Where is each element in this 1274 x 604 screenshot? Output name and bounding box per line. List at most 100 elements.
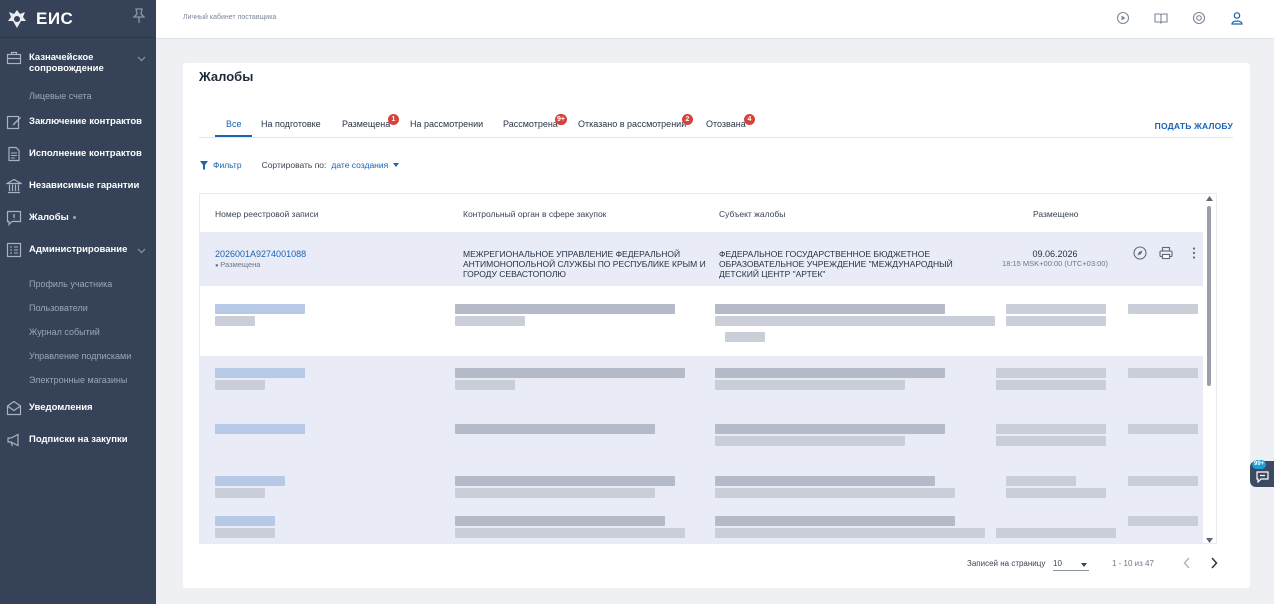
filter-button[interactable]: Фильтр [213,160,242,170]
sidebar-item-purchase-subscriptions[interactable]: Подписки на закупки [0,430,156,462]
sidebar-item-admin[interactable]: Администрирование [0,240,156,272]
book-icon[interactable] [1154,11,1168,25]
sidebar-item-label: Заключение контрактов [29,116,143,127]
play-icon[interactable] [1116,11,1130,25]
brand[interactable]: ЕИС [0,0,156,38]
bank-icon [6,178,22,194]
complaints-table: Номер реестровой записи Контрольный орга… [199,193,1217,544]
briefcase-icon [6,51,22,65]
table-row-redacted [200,512,1204,543]
tab-draft[interactable]: На подготовке [261,119,321,129]
document-icon [8,146,20,162]
sort-label: Сортировать по: [261,160,327,170]
chevron-down-icon [137,56,146,62]
scrollbar-thumb[interactable] [1207,206,1211,386]
app-name: ЕИС [36,8,74,28]
subject-cell: ФЕДЕРАЛЬНОЕ ГОСУДАРСТВЕННОЕ БЮДЖЕТНОЕ ОБ… [719,249,953,279]
status-label: Размещена [215,260,260,271]
tab-label: Отказано в рассмотрении [578,119,687,129]
complaints-card: Жалобы Все На подготовке Размещена 1 На … [183,63,1250,588]
edit-icon [6,115,21,130]
user-icon[interactable] [1230,11,1244,25]
tab-label: Размещена [342,119,391,129]
tab-all[interactable]: Все [226,119,242,129]
filter-bar: Фильтр Сортировать по: дате создания [200,160,400,170]
admin-icon [6,242,22,258]
count-badge: 9+ [555,114,567,125]
tab-under-review[interactable]: На рассмотрении [410,119,483,129]
chat-badge: 99+ [1252,460,1267,469]
page-title: Жалобы [199,69,254,84]
tab-reviewed[interactable]: Рассмотрена 9+ [503,114,567,129]
count-badge: 4 [744,114,755,125]
registry-number-link[interactable]: 2026001A9274001088 [215,249,306,259]
column-header: Номер реестровой записи [215,209,319,219]
sidebar-item-notifications[interactable]: Уведомления [0,398,156,430]
tab-withdrawn[interactable]: Отозвана 4 [706,114,755,129]
caret-down-icon [1081,563,1087,567]
sidebar-subitem-accounts[interactable]: Лицевые счета [0,84,156,108]
per-page-select[interactable]: 10 [1053,559,1089,571]
chat-icon [1256,471,1269,483]
pin-icon[interactable] [132,8,146,24]
chevron-down-icon [137,248,146,254]
sidebar-subitem-users[interactable]: Пользователи [0,296,156,320]
count-badge: 2 [682,114,693,125]
sidebar-item-contract-execution[interactable]: Исполнение контрактов [0,144,156,176]
sidebar-subitem-profile[interactable]: Профиль участника [0,272,156,296]
status-tabs: Все На подготовке Размещена 1 На рассмот… [199,114,1233,138]
sidebar-item-label: Уведомления [29,402,93,413]
topbar-actions [1116,11,1244,25]
filter-icon[interactable] [200,160,208,170]
sort-select[interactable]: дате создания [331,160,388,170]
caret-down-icon[interactable] [393,163,400,167]
megaphone-icon [7,433,19,447]
control-body-cell: МЕЖРЕГИОНАЛЬНОЕ УПРАВЛЕНИЕ ФЕДЕРАЛЬНОЙ А… [463,249,706,279]
published-date: 09.06.2026 [1032,249,1078,259]
sidebar: ЕИС Казначейское сопровождение Лицевые с… [0,0,156,604]
tab-label: Рассмотрена [503,119,558,129]
column-header: Субъект жалобы [719,209,786,219]
chevron-left-icon[interactable] [1183,557,1191,569]
sidebar-item-treasury[interactable]: Казначейское сопровождение [0,48,156,84]
sidebar-item-label: Жалобы [29,208,76,223]
table-row-redacted [200,286,1204,356]
chat-button[interactable]: 99+ [1250,460,1274,487]
scroll-up-icon[interactable] [1206,196,1213,201]
table-row-redacted [200,464,1204,512]
sidebar-item-guarantees[interactable]: Независимые гарантии [0,176,156,208]
compass-icon[interactable] [1133,246,1147,260]
tab-active-indicator [215,135,252,137]
table-row-redacted [200,356,1204,410]
chevron-right-icon[interactable] [1210,557,1218,569]
more-vertical-icon[interactable] [1187,246,1201,260]
breadcrumb[interactable]: Личный кабинет поставщика [183,14,276,21]
sidebar-item-label: Подписки на закупки [29,434,128,445]
coat-of-arms-icon [8,9,26,28]
tab-published[interactable]: Размещена 1 [342,114,399,129]
column-header: Контрольный орган в сфере закупок [463,209,607,219]
sidebar-subitem-e-shops[interactable]: Электронные магазины [0,368,156,392]
column-header: Размещено [1033,209,1079,219]
tab-label: Отозвана [706,119,746,129]
sidebar-item-complaints[interactable]: Жалобы [0,208,156,240]
sidebar-subitem-subscriptions[interactable]: Управление подписками [0,344,156,368]
table-scrollbar[interactable] [1203,194,1216,543]
scroll-down-icon[interactable] [1206,538,1213,543]
pagination: Записей на страницу 10 1 - 10 из 47 [183,557,1250,573]
submit-complaint-button[interactable]: ПОДАТЬ ЖАЛОБУ [1155,121,1233,131]
complaint-icon [6,210,22,226]
count-badge: 1 [388,114,399,125]
tab-rejected[interactable]: Отказано в рассмотрении 2 [578,114,693,129]
table-row[interactable]: 2026001A9274001088 Размещена МЕЖРЕГИОНАЛ… [200,232,1204,286]
print-icon[interactable] [1159,246,1173,260]
sidebar-subitem-event-log[interactable]: Журнал событий [0,320,156,344]
sidebar-item-label: Независимые гарантии [29,180,140,191]
published-time: 18:15 MSK+00:00 (UTC+03:00) [1002,259,1108,268]
support-icon[interactable] [1192,11,1206,25]
page-range: 1 - 10 из 47 [1112,559,1154,568]
sidebar-item-contract-conclusion[interactable]: Заключение контрактов [0,112,156,144]
sidebar-item-label: Администрирование [29,244,128,255]
table-header: Номер реестровой записи Контрольный орга… [200,194,1204,232]
topbar: Личный кабинет поставщика [156,0,1274,39]
